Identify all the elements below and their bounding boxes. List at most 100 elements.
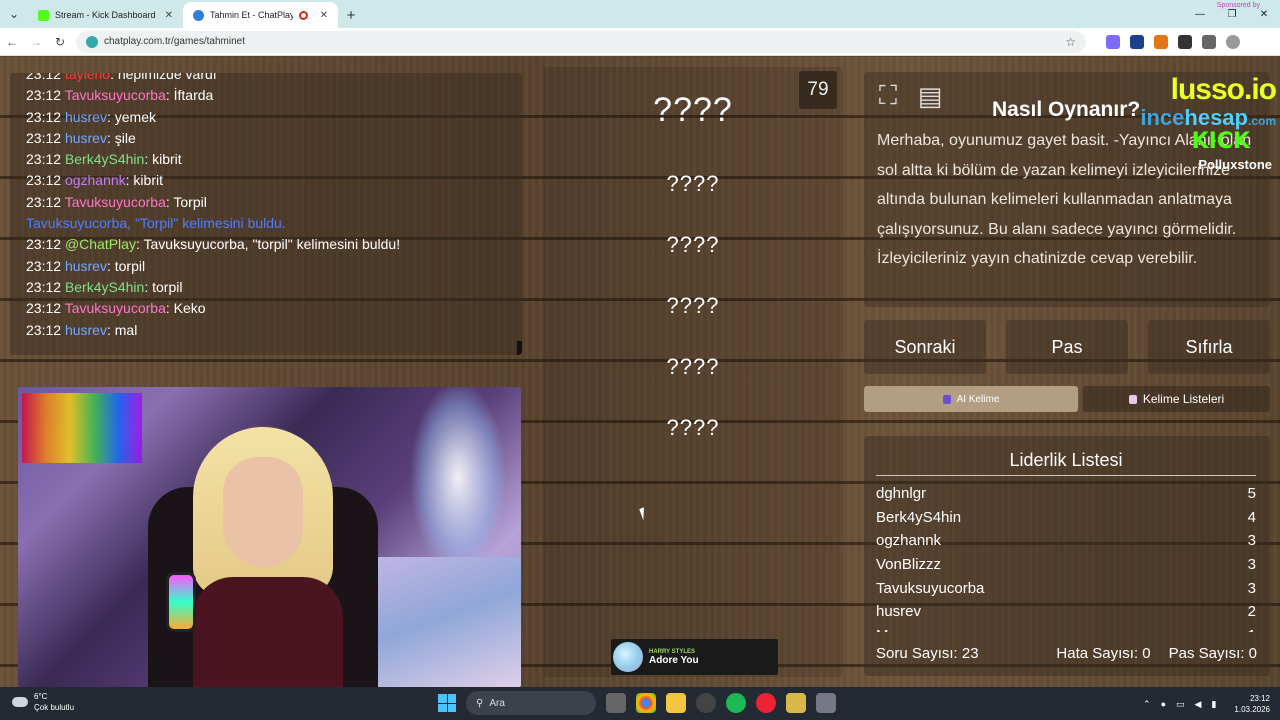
rules-document-icon[interactable]: ▤ — [912, 78, 948, 114]
kick-favicon-icon — [38, 9, 49, 21]
player-name: Berk4yS4hin — [876, 508, 962, 526]
music-song: Adore You — [649, 654, 699, 666]
close-tab-icon[interactable]: ✕ — [320, 10, 328, 21]
now-playing-widget: HARRY STYLES Adore You — [611, 639, 778, 675]
chat-username[interactable]: Tavuksuyucorba — [65, 87, 166, 103]
player-name: dghnlgr — [876, 485, 927, 503]
chat-username[interactable]: Berk4yS4hin — [65, 279, 144, 295]
close-window-icon[interactable]: ✕ — [1248, 0, 1280, 28]
reset-button[interactable]: Sıfırla — [1148, 320, 1270, 374]
chat-timestamp: 23:12 — [26, 321, 62, 338]
url-text: chatplay.com.tr/games/tahminet — [104, 36, 245, 47]
stream-overlay-logo: lusso.io incehesap.com KICK Polluxstone — [1130, 71, 1280, 181]
weather-widget[interactable]: 6°C Çok bulutlu — [12, 691, 74, 713]
chat-system-message: Tavuksuyucorba, "Torpil" kelimesini buld… — [26, 215, 286, 232]
chatplay-favicon-icon — [193, 9, 204, 21]
task-view-icon[interactable] — [606, 693, 626, 713]
file-explorer-icon[interactable] — [666, 693, 686, 713]
player-score: 4 — [1247, 508, 1256, 526]
chat-message: 23:12 Tavuksuyucorba: Torpil — [26, 192, 506, 213]
webcam-body — [193, 577, 343, 687]
tab-kick-dashboard[interactable]: Stream - Kick Dashboard ✕ — [28, 2, 183, 28]
chat-username[interactable]: Tavuksuyucorba — [65, 300, 166, 316]
chat-message: 23:12 Berk4yS4hin: torpil — [26, 277, 506, 298]
browser-tab-bar: ⌄ Stream - Kick Dashboard ✕ Tahmin Et - … — [0, 0, 1280, 28]
network-icon[interactable]: ▭ — [1176, 699, 1185, 710]
chat-username[interactable]: ogzhannk — [65, 172, 126, 188]
pass-button[interactable]: Pas — [1006, 320, 1128, 374]
clock-date: 1.03.2026 — [1234, 705, 1270, 714]
leaderboard-list[interactable]: dghnlgr 5 Berk4yS4hin 4 ogzhannk 3 VonBlizzz 3 T… — [876, 482, 1256, 632]
chat-username[interactable]: husrev — [65, 109, 107, 125]
chat-message: 23:12 @ChatPlay: Tavuksuyucorba, "torpil… — [26, 234, 506, 255]
bookmark-star-icon[interactable]: ☆ — [1065, 35, 1076, 49]
profile-avatar[interactable] — [1226, 34, 1240, 49]
app-icon[interactable] — [696, 693, 716, 713]
chat-scrollbar[interactable] — [517, 341, 522, 355]
extension-icon[interactable] — [1154, 34, 1168, 49]
taskbar-search[interactable]: ⚲ Ara — [466, 691, 596, 715]
chat-message: 23:12 Tavuksuyucorba: İftarda — [26, 85, 506, 106]
chrome-icon[interactable] — [636, 693, 656, 713]
microphone-icon — [166, 572, 196, 632]
chat-username[interactable]: husrev — [65, 322, 107, 338]
chat-text: : torpil — [106, 257, 146, 274]
extension-icon[interactable] — [1106, 34, 1120, 49]
chat-timestamp: 23:12 — [26, 172, 62, 189]
app-icon[interactable] — [786, 693, 806, 713]
ai-word-button[interactable]: AI Kelime — [864, 386, 1078, 412]
minimize-icon[interactable]: — — [1184, 0, 1216, 28]
clock[interactable]: 23:12 1.03.2026 — [1234, 693, 1270, 715]
chat-username[interactable]: Tavuksuyucorba — [65, 194, 166, 210]
close-tab-icon[interactable]: ✕ — [165, 10, 173, 21]
chat-username[interactable]: Berk4yS4hin — [65, 151, 144, 167]
new-tab-button[interactable]: + — [338, 2, 364, 28]
battery-icon[interactable]: ▮ — [1211, 699, 1216, 710]
extensions-puzzle-icon[interactable] — [1202, 34, 1216, 49]
clock-time: 23:12 — [1249, 694, 1270, 703]
windows-taskbar: 6°C Çok bulutlu ⚲ Ara ⌃ ● ▭ ◀ ▮ 23:12 1.… — [0, 687, 1280, 720]
player-score: 5 — [1247, 485, 1256, 503]
webcam-face — [223, 457, 303, 567]
extension-icon[interactable] — [1178, 34, 1192, 49]
chat-username[interactable]: @ChatPlay — [65, 236, 136, 252]
start-icon[interactable] — [438, 694, 456, 712]
extension-icon[interactable] — [1130, 34, 1144, 49]
player-score: 3 — [1247, 532, 1256, 550]
leaderboard-row: dghnlgr 5 — [876, 482, 1256, 506]
tab-search-menu[interactable]: ⌄ — [0, 0, 28, 28]
app-icon[interactable] — [756, 693, 776, 713]
fullscreen-icon[interactable]: ⛶ — [870, 78, 906, 114]
chevron-up-icon[interactable]: ⌃ — [1143, 699, 1151, 710]
word-lists-button[interactable]: Kelime Listeleri — [1083, 386, 1270, 412]
tab-chatplay[interactable]: Tahmin Et - ChatPlay ✕ — [183, 2, 338, 28]
volume-icon[interactable]: ◀ — [1195, 699, 1202, 710]
webcam-poster — [22, 393, 142, 463]
chat-message: 23:12 ogzhannk: kibrit — [26, 170, 506, 191]
game-page: 23:12 taylerio: hepimizde vardı 23:12 Tav… — [0, 57, 1280, 687]
site-info-icon[interactable] — [86, 35, 98, 48]
reload-icon[interactable]: ↻ — [48, 35, 72, 49]
chat-message: 23:12 husrev: yemek — [26, 107, 506, 128]
chat-username[interactable]: taylerio — [65, 73, 110, 82]
back-icon[interactable]: ← — [0, 35, 24, 49]
tab-title: Tahmin Et - ChatPlay — [210, 10, 293, 20]
next-button[interactable]: Sonraki — [864, 320, 986, 374]
settings-gear-icon[interactable] — [816, 693, 836, 713]
chat-timestamp: 23:12 — [26, 129, 62, 146]
forward-icon[interactable]: → — [24, 35, 48, 49]
player-name: Magra_maymunu — [876, 627, 993, 632]
chat-message: 23:12 Tavuksuyucorba: Keko — [26, 298, 506, 319]
microphone-tray-icon[interactable]: ● — [1161, 699, 1166, 709]
maximize-icon[interactable]: ❐ — [1216, 0, 1248, 28]
leaderboard-row: Tavuksuyucorba 3 — [876, 576, 1256, 600]
spotify-icon[interactable] — [726, 693, 746, 713]
url-field[interactable]: chatplay.com.tr/games/tahminet ☆ — [76, 30, 1086, 53]
chat-username[interactable]: husrev — [65, 130, 107, 146]
incehesap-logo-part: ince — [1140, 105, 1185, 130]
chat-username[interactable]: husrev — [65, 258, 107, 274]
taskbar-apps: ⚲ Ara — [438, 691, 836, 715]
chat-text: : kibrit — [125, 172, 163, 189]
address-bar: ← → ↻ chatplay.com.tr/games/tahminet ☆ — [0, 28, 1280, 56]
ai-word-label: AI Kelime — [956, 393, 1000, 405]
